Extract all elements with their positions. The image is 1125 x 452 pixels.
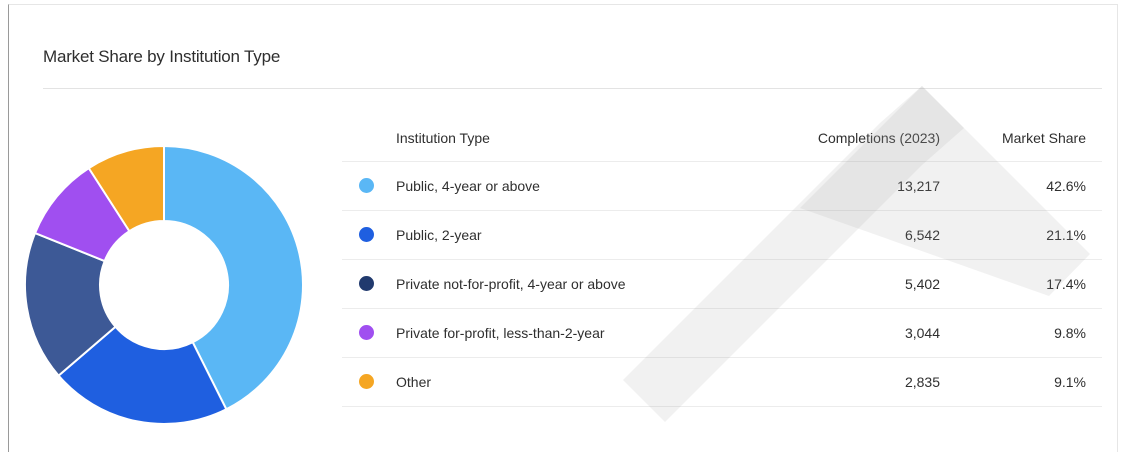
card-title: Market Share by Institution Type [43, 47, 281, 66]
legend-dot [359, 178, 374, 193]
header-completions: Completions (2023) [817, 130, 940, 146]
table-row: Public, 4-year or above 13,217 42.6% [342, 162, 1102, 211]
table-row: Public, 2-year 6,542 21.1% [342, 211, 1102, 260]
table-row: Other 2,835 9.1% [342, 358, 1102, 407]
row-completions: 2,835 [904, 374, 940, 390]
row-institution-type: Public, 2-year [396, 227, 482, 243]
row-market-share: 42.6% [1046, 178, 1086, 194]
table-row: Private for-profit, less-than-2-year 3,0… [342, 309, 1102, 358]
legend-dot [359, 276, 374, 291]
title-divider [43, 88, 1102, 89]
row-institution-type: Private not-for-profit, 4-year or above [396, 276, 626, 292]
legend-dot [359, 325, 374, 340]
table-header-row: Institution Type Completions (2023) Mark… [342, 115, 1102, 162]
row-institution-type: Other [396, 374, 432, 390]
row-institution-type: Public, 4-year or above [396, 178, 540, 194]
legend-dot [359, 374, 374, 389]
row-completions: 3,044 [904, 325, 940, 341]
row-market-share: 9.1% [1054, 374, 1086, 390]
header-market-share: Market Share [1001, 130, 1086, 146]
row-market-share: 9.8% [1054, 325, 1086, 341]
table-row: Private not-for-profit, 4-year or above … [342, 260, 1102, 309]
row-market-share: 17.4% [1046, 276, 1086, 292]
row-institution-type: Private for-profit, less-than-2-year [396, 325, 605, 341]
legend-dot [359, 227, 374, 242]
row-completions: 5,402 [904, 276, 940, 292]
donut-chart [24, 145, 304, 425]
market-share-card: Market Share by Institution Type Institu… [8, 4, 1118, 452]
row-completions: 13,217 [897, 178, 940, 194]
row-market-share: 21.1% [1046, 227, 1086, 243]
header-institution-type: Institution Type [396, 130, 490, 146]
row-completions: 6,542 [904, 227, 940, 243]
market-share-table: Institution Type Completions (2023) Mark… [342, 115, 1102, 407]
